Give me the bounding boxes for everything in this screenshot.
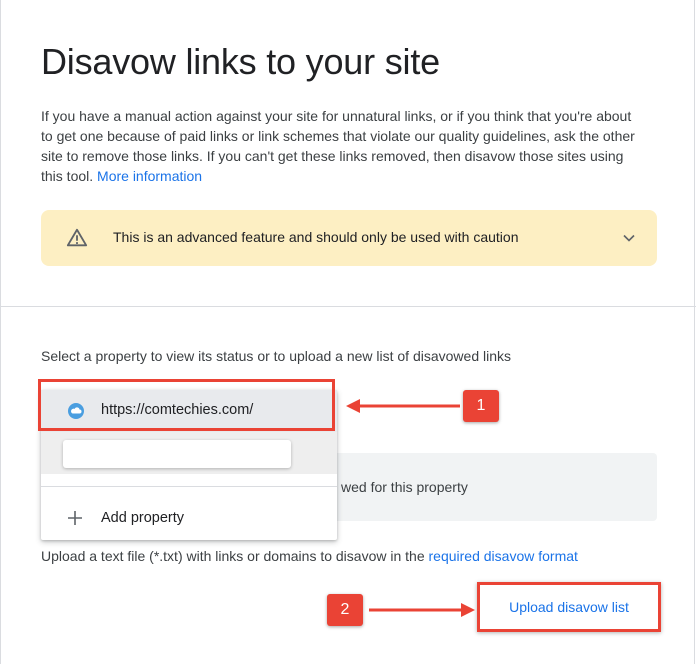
upload-description-text: Upload a text file (*.txt) with links or… — [41, 548, 425, 564]
caution-text: This is an advanced feature and should o… — [113, 229, 519, 245]
arrow-right-icon — [369, 603, 475, 617]
required-format-link[interactable]: required disavow format — [429, 548, 578, 564]
highlight-box-upload: Upload disavow list — [477, 582, 661, 632]
section-divider — [1, 306, 696, 307]
dropdown-separator — [41, 486, 337, 487]
annotation-badge-2: 2 — [327, 594, 363, 626]
highlight-box-property — [38, 379, 335, 431]
annotation-badge-1: 1 — [463, 390, 499, 422]
arrow-left-icon — [346, 399, 460, 413]
plus-icon — [68, 511, 82, 525]
add-property-item[interactable]: Add property — [101, 510, 184, 526]
upload-disavow-list-button[interactable]: Upload disavow list — [486, 591, 652, 623]
property-status-text: wed for this property — [341, 479, 468, 495]
property-select-label: Select a property to view its status or … — [41, 348, 512, 364]
property-search-input[interactable] — [63, 440, 291, 468]
disavow-card: Disavow links to your site If you have a… — [0, 0, 696, 664]
warning-triangle-icon — [66, 228, 88, 247]
page-description: If you have a manual action against your… — [41, 106, 641, 186]
chevron-down-icon[interactable] — [619, 228, 639, 248]
more-information-link[interactable]: More information — [97, 168, 202, 184]
caution-banner[interactable]: This is an advanced feature and should o… — [41, 210, 657, 266]
dropdown-search-row — [41, 432, 337, 474]
upload-description: Upload a text file (*.txt) with links or… — [41, 546, 601, 566]
page-title: Disavow links to your site — [41, 41, 440, 82]
